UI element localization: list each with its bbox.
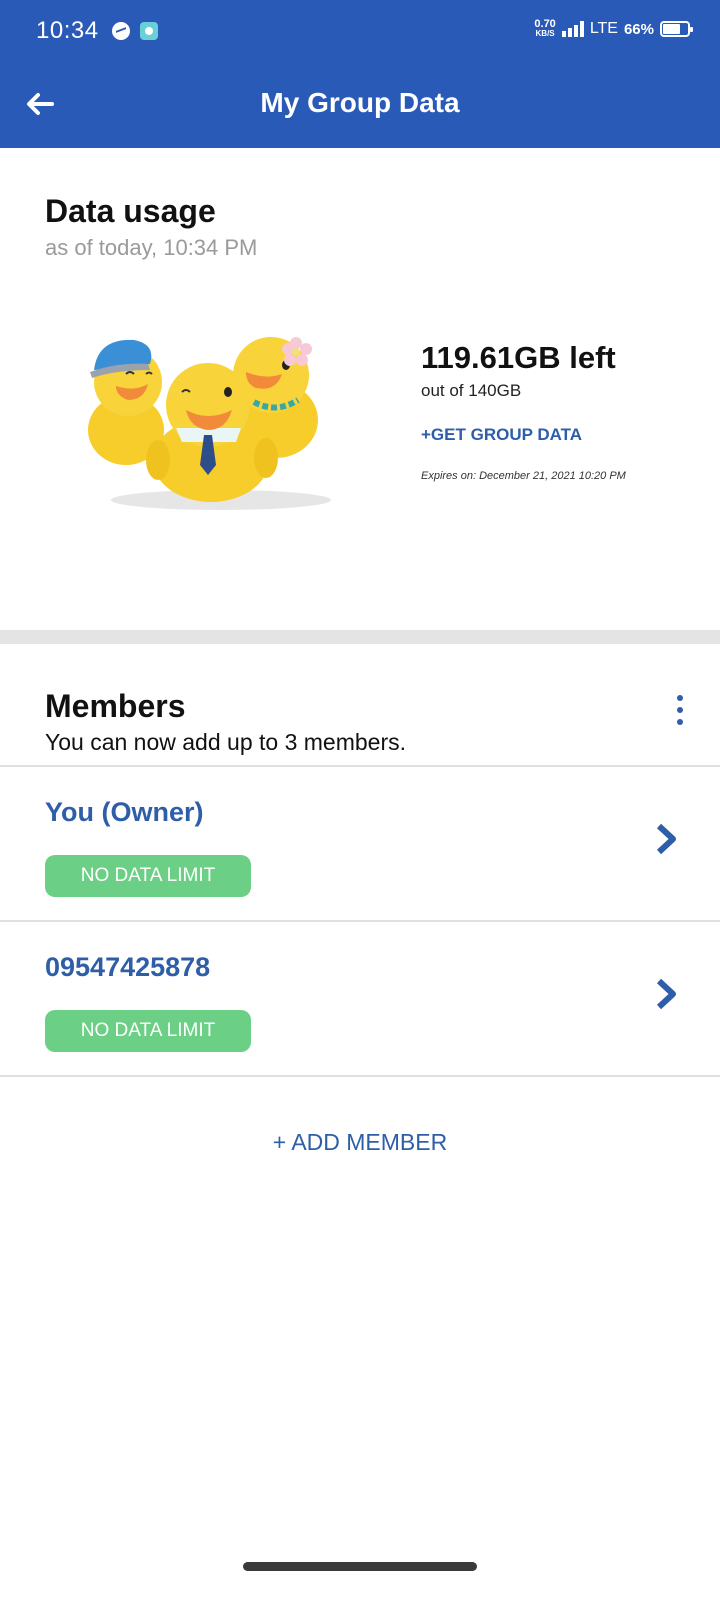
- member-row-owner[interactable]: You (Owner) NO DATA LIMIT: [0, 767, 720, 917]
- members-heading: Members: [45, 688, 186, 724]
- data-usage-heading: Data usage: [45, 193, 216, 229]
- divider: [0, 1075, 720, 1077]
- notification-icons: [112, 22, 158, 40]
- member-name: 09547425878: [45, 952, 211, 982]
- network-type: LTE: [589, 20, 618, 37]
- member-row[interactable]: 09547425878 NO DATA LIMIT: [0, 922, 720, 1072]
- status-indicators: 0.70 KB/S LTE 66%: [534, 18, 693, 39]
- member-name: You (Owner): [45, 797, 204, 827]
- app-notification-icon: [140, 22, 158, 40]
- section-divider: [0, 630, 720, 644]
- messenger-icon: [112, 22, 130, 40]
- network-speed-unit: KB/S: [535, 29, 555, 38]
- status-bar: 10:34 0.70 KB/S LTE 66%: [0, 0, 720, 64]
- battery-percent: 66%: [623, 20, 654, 38]
- app-screen: 10:34 0.70 KB/S LTE 66% My Group Data Da…: [0, 0, 720, 1600]
- network-speed-value: 0.70: [534, 18, 556, 30]
- battery-icon: [660, 21, 693, 37]
- data-limit-badge: NO DATA LIMIT: [45, 1010, 251, 1052]
- get-group-data-link[interactable]: +GET GROUP DATA: [421, 425, 582, 445]
- app-header: 10:34 0.70 KB/S LTE 66% My Group Data: [0, 0, 720, 148]
- chevron-right-icon: [656, 978, 676, 1010]
- status-time: 10:34: [36, 17, 99, 44]
- data-usage-timestamp: as of today, 10:34 PM: [45, 235, 258, 260]
- data-limit-badge: NO DATA LIMIT: [45, 855, 251, 897]
- ducks-illustration: [88, 337, 331, 510]
- data-remaining: 119.61GB left: [421, 340, 616, 375]
- more-vertical-icon[interactable]: [668, 695, 692, 725]
- chevron-right-icon: [656, 823, 676, 855]
- expiry-date: Expires on: December 21, 2021 10:20 PM: [421, 470, 626, 482]
- signal-icon: [561, 21, 584, 37]
- add-member-button[interactable]: + ADD MEMBER: [0, 1129, 720, 1156]
- members-subtitle: You can now add up to 3 members.: [45, 729, 406, 755]
- data-total: out of 140GB: [421, 381, 522, 400]
- network-speed: 0.70 KB/S: [534, 18, 556, 39]
- home-indicator[interactable]: [243, 1562, 477, 1571]
- page-title: My Group Data: [260, 87, 460, 118]
